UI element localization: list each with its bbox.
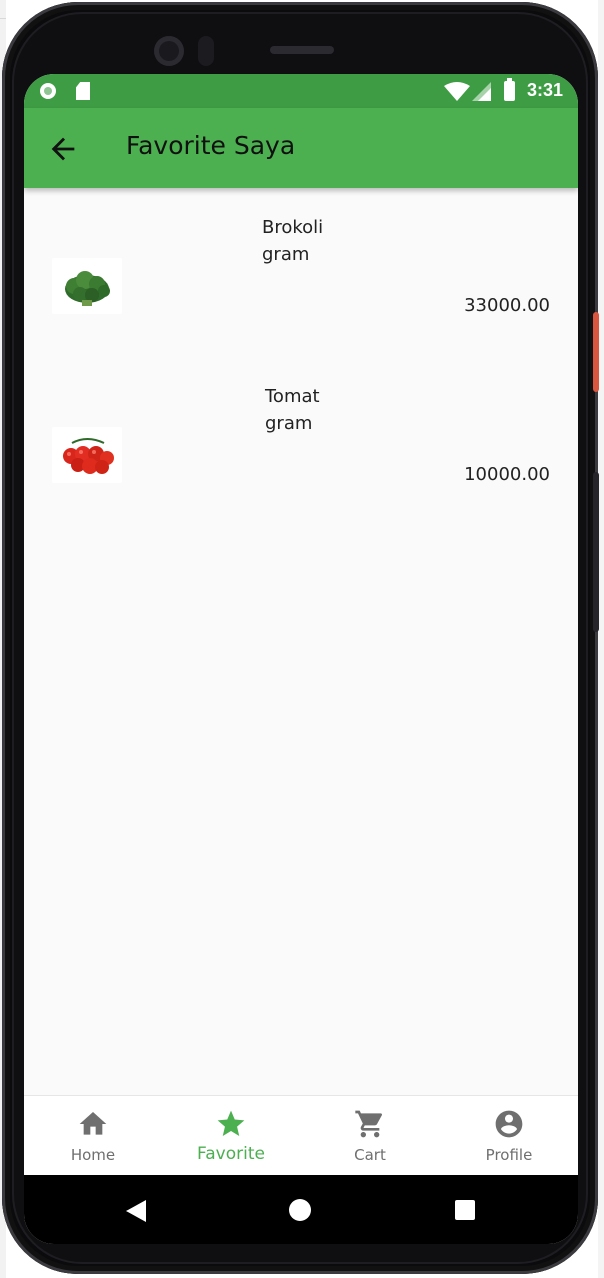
item-price: 10000.00 — [464, 464, 550, 485]
front-camera — [154, 36, 184, 66]
item-price: 33000.00 — [464, 295, 550, 316]
wifi-icon — [444, 82, 470, 101]
background-page-right — [598, 0, 604, 1278]
volume-button — [593, 472, 599, 632]
profile-icon — [495, 1110, 523, 1138]
nav-item-cart[interactable]: Cart — [301, 1096, 439, 1176]
system-recent-apps-icon[interactable] — [455, 1200, 475, 1220]
status-bar: 3:31 — [24, 74, 578, 108]
cart-icon — [355, 1110, 383, 1138]
background-page-divider — [0, 18, 6, 19]
nav-label: Favorite — [197, 1144, 265, 1164]
home-icon — [79, 1112, 107, 1135]
earpiece-speaker — [270, 46, 334, 54]
proximity-sensor — [198, 36, 214, 66]
bottom-navigation: Home Favorite Cart Profile — [24, 1095, 578, 1176]
item-name: Tomat — [265, 386, 320, 407]
arrow-back-icon — [51, 137, 75, 161]
battery-icon — [504, 78, 515, 101]
system-back-icon[interactable] — [124, 1199, 148, 1223]
system-home-icon[interactable] — [289, 1199, 311, 1221]
nav-item-profile[interactable]: Profile — [440, 1096, 578, 1176]
app-screen: 3:31 Favorite Saya Brokoli gram 33000.00… — [24, 74, 578, 1244]
broccoli-image — [52, 258, 122, 314]
favorite-item[interactable]: Brokoli gram 33000.00 — [24, 188, 578, 348]
nav-item-favorite[interactable]: Favorite — [162, 1096, 300, 1176]
app-bar: Favorite Saya — [24, 108, 578, 188]
power-button — [593, 312, 599, 392]
nav-label: Cart — [354, 1146, 386, 1164]
notification-dot-icon — [40, 83, 56, 99]
favorite-item[interactable]: Tomat gram 10000.00 — [24, 358, 578, 518]
nav-label: Profile — [485, 1146, 533, 1164]
star-icon — [217, 1110, 245, 1136]
nav-label: Home — [70, 1146, 116, 1164]
sd-card-icon — [76, 82, 90, 100]
back-button[interactable] — [46, 132, 80, 166]
system-navigation-bar — [24, 1175, 578, 1244]
item-unit: gram — [262, 244, 310, 265]
page-title: Favorite Saya — [126, 131, 296, 160]
item-unit: gram — [265, 413, 313, 434]
tomato-image — [52, 427, 122, 483]
signal-icon — [472, 82, 491, 101]
nav-item-home[interactable]: Home — [24, 1096, 162, 1176]
status-time: 3:31 — [527, 80, 564, 100]
item-name: Brokoli — [262, 217, 324, 238]
